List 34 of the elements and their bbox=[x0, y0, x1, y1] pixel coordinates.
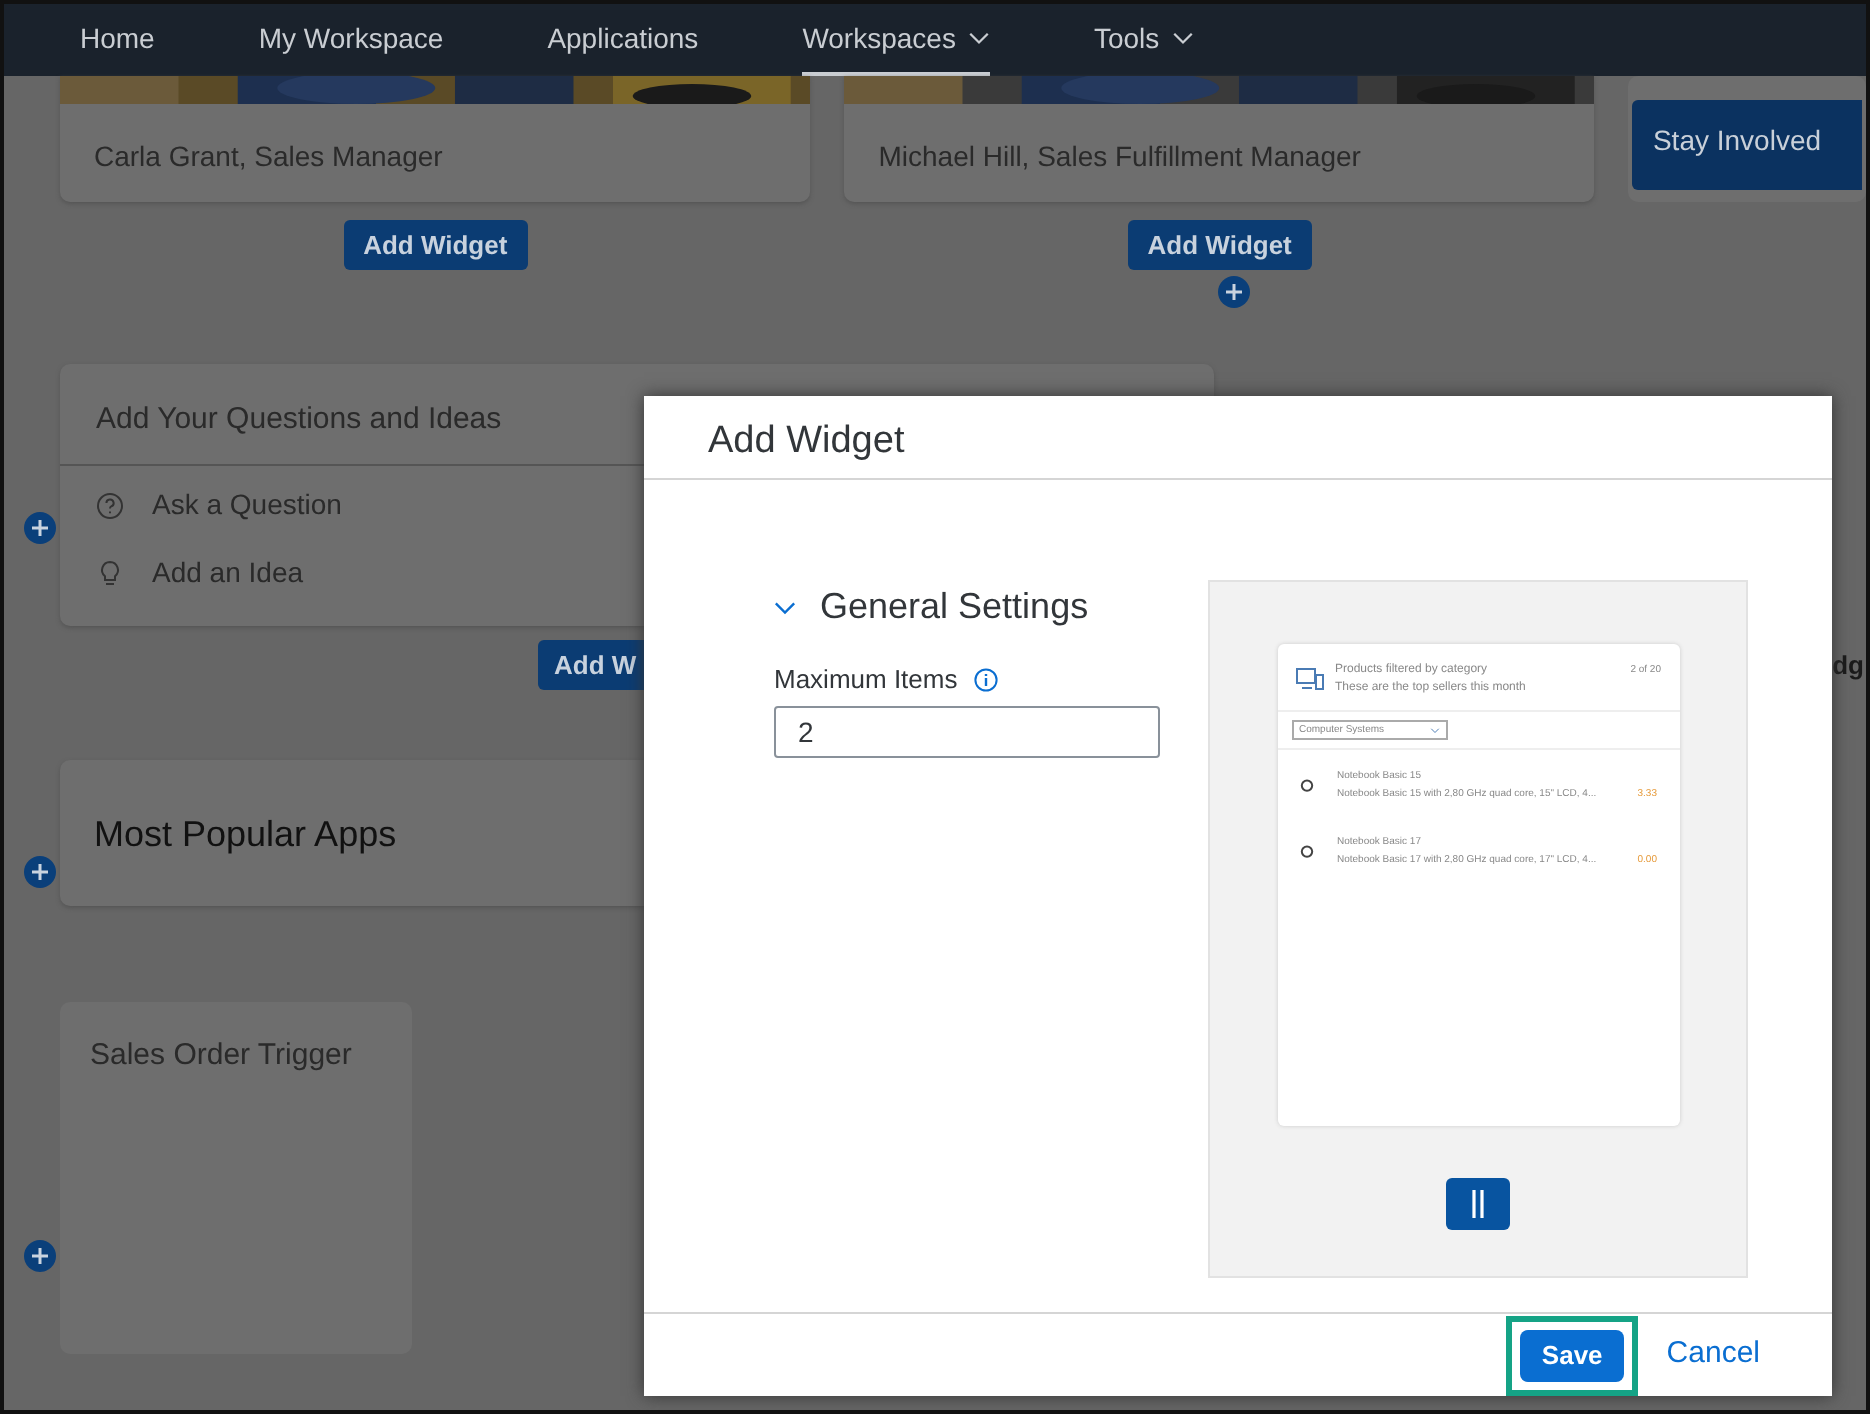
nav-tab[interactable]: My Workspace bbox=[258, 4, 444, 76]
dialog-title: Add Widget bbox=[644, 396, 1832, 480]
card-title: Sales Order Trigger bbox=[90, 1036, 354, 1076]
chevron-down-icon bbox=[1171, 31, 1194, 45]
nav-tab[interactable]: Applications bbox=[547, 4, 699, 76]
product-icon bbox=[1299, 844, 1313, 858]
lightbulb-icon bbox=[96, 559, 124, 587]
add-widget-text: dg bbox=[1832, 648, 1864, 684]
add-section-icon[interactable] bbox=[1218, 276, 1250, 308]
devices-icon bbox=[1295, 668, 1323, 690]
pause-button[interactable] bbox=[1446, 1178, 1510, 1230]
card-title[interactable]: Stay Involved bbox=[1632, 100, 1863, 190]
card-title: Most Popular Apps bbox=[94, 812, 399, 858]
chevron-down-icon bbox=[967, 31, 990, 45]
pause-icon bbox=[1470, 1190, 1486, 1218]
question-icon bbox=[96, 491, 124, 519]
add-section-icon[interactable] bbox=[24, 856, 56, 888]
add-section-icon[interactable] bbox=[24, 1240, 56, 1272]
card-caption: Michael Hill, Sales Fulfillment Manager bbox=[876, 138, 1363, 176]
nav-tab[interactable]: Home bbox=[80, 4, 155, 76]
info-icon[interactable] bbox=[973, 667, 998, 692]
add-section-icon[interactable] bbox=[24, 512, 56, 544]
card-caption: Carla Grant, Sales Manager bbox=[92, 138, 445, 176]
cancel-button[interactable]: Cancel bbox=[1654, 1332, 1772, 1378]
add-widget-button[interactable]: Add Widget bbox=[343, 220, 528, 270]
maximum-items-field[interactable]: 2 bbox=[774, 705, 1160, 757]
add-widget-button[interactable]: Add Widget bbox=[1127, 220, 1312, 270]
product-icon bbox=[1299, 778, 1313, 792]
field-label: Maximum Items bbox=[774, 662, 958, 698]
section-header[interactable]: General Settings bbox=[774, 580, 1208, 634]
save-button[interactable]: Save bbox=[1519, 1329, 1625, 1381]
nav-tab[interactable]: Tools bbox=[1093, 4, 1194, 76]
chevron-down-icon bbox=[1429, 727, 1439, 733]
add-widget-button[interactable]: Add W bbox=[538, 640, 644, 690]
